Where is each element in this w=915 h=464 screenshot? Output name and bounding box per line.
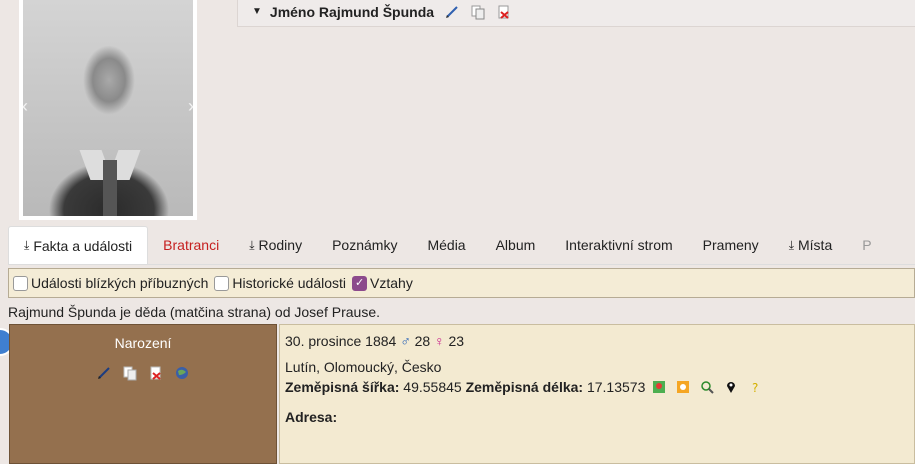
person-photo-frame[interactable] <box>19 0 197 220</box>
tab-label: Poznámky <box>332 237 398 253</box>
mother-age: 23 <box>448 333 465 349</box>
name-prefix: Jméno <box>269 3 316 20</box>
delete-icon[interactable] <box>148 365 164 381</box>
name-title: Jméno Rajmund Špunda <box>270 4 434 20</box>
longitude-label: Zeměpisná délka: <box>465 379 584 395</box>
photo-prev-arrow-icon[interactable]: ‹ <box>22 96 28 117</box>
latitude-label: Zeměpisná šířka: <box>285 379 400 395</box>
historical-events-label[interactable]: Historické události <box>232 275 346 291</box>
photo-detail <box>103 160 117 216</box>
longitude-value: 17.13573 <box>586 379 646 395</box>
birth-place[interactable]: Lutín, Olomoucký, Česko <box>285 359 441 375</box>
tab-label: P <box>862 237 872 253</box>
tab-label: Album <box>495 237 536 253</box>
collapse-caret-icon[interactable]: ▼ <box>252 6 262 17</box>
historical-events-checkbox[interactable] <box>214 275 230 291</box>
help-icon[interactable]: ? <box>748 380 762 394</box>
address-label: Adresa: <box>285 409 338 425</box>
fact-title: Narození <box>114 335 172 351</box>
copy-icon[interactable] <box>470 4 486 20</box>
delete-icon[interactable] <box>496 4 512 20</box>
event-filters: Události blízkých příbuzných Historické … <box>8 268 915 298</box>
globe-icon[interactable] <box>174 365 190 381</box>
tab-media[interactable]: Média <box>412 226 480 264</box>
download-arrow-icon: ⤓ <box>24 238 30 252</box>
copy-icon[interactable] <box>122 365 138 381</box>
tab-label: Interaktivní strom <box>565 237 673 253</box>
tab-notes[interactable]: Poznámky <box>317 226 412 264</box>
birth-date: 30. prosince 1884 <box>285 333 397 349</box>
coordinates-line: Zeměpisná šířka: 49.55845 Zeměpisná délk… <box>285 379 909 395</box>
fact-value-cell: 30. prosince 1884 ♂ 28 ♀ 23 Lutín, Olomo… <box>279 324 915 464</box>
tab-label: Média <box>427 237 466 253</box>
openstreetmap-icon[interactable] <box>676 380 690 394</box>
male-icon: ♂ <box>400 333 411 349</box>
tab-bar: ⤓ Fakta a události Bratranci ⤓ Rodiny Po… <box>8 226 915 265</box>
tab-label: Bratranci <box>163 237 220 253</box>
tab-overflow[interactable]: P <box>847 226 886 264</box>
photo-next-arrow-icon[interactable]: › <box>188 96 194 117</box>
place-line: Lutín, Olomoucký, Česko <box>285 359 909 375</box>
tab-label: Fakta a události <box>33 237 133 254</box>
name-header: ▼ Jméno Rajmund Špunda <box>237 0 915 27</box>
birth-date-line: 30. prosince 1884 ♂ 28 ♀ 23 <box>285 333 909 349</box>
tab-label: Místa <box>798 237 833 253</box>
father-age: 28 <box>414 333 431 349</box>
tab-places[interactable]: ⤓ Místa <box>774 226 848 264</box>
tab-album[interactable]: Album <box>481 226 551 264</box>
google-maps-icon[interactable] <box>652 380 666 394</box>
edit-pencil-icon[interactable] <box>96 365 112 381</box>
fact-actions <box>10 365 276 381</box>
pin-icon[interactable] <box>724 380 738 394</box>
tab-sources[interactable]: Prameny <box>688 226 774 264</box>
fact-label-cell: Narození <box>9 324 277 464</box>
zoom-map-icon[interactable] <box>700 380 714 394</box>
female-icon: ♀ <box>434 333 445 349</box>
close-relatives-checkbox[interactable] <box>13 275 28 291</box>
relationships-label[interactable]: Vztahy <box>370 275 413 291</box>
download-arrow-icon: ⤓ <box>788 237 794 252</box>
tab-families[interactable]: ⤓ Rodiny <box>234 226 317 264</box>
tab-cousins[interactable]: Bratranci <box>148 226 234 264</box>
person-name: Rajmund Špunda <box>318 3 435 20</box>
relationship-text: Rajmund Špunda je děda (matčina strana) … <box>8 304 380 320</box>
person-photo[interactable] <box>23 0 193 216</box>
latitude-value: 49.55845 <box>403 379 462 395</box>
tab-facts-events[interactable]: ⤓ Fakta a události <box>8 226 149 264</box>
close-relatives-label[interactable]: Události blízkých příbuzných <box>31 275 208 291</box>
download-arrow-icon: ⤓ <box>249 237 255 252</box>
svg-text:?: ? <box>752 381 758 394</box>
tab-interactive-tree[interactable]: Interaktivní strom <box>550 226 687 264</box>
address-line: Adresa: <box>285 409 909 425</box>
relationships-checkbox[interactable] <box>352 275 368 291</box>
tab-label: Rodiny <box>258 237 303 253</box>
edit-pencil-icon[interactable] <box>444 4 460 20</box>
tab-label: Prameny <box>702 237 759 253</box>
